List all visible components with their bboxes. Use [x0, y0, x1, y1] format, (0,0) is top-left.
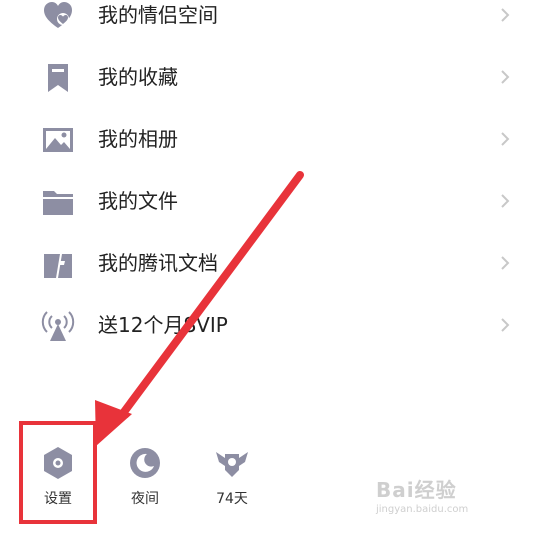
chevron-right-icon — [501, 8, 510, 22]
menu-item-couple-space[interactable]: 我的情侣空间 — [0, 0, 544, 46]
settings-highlight-box — [19, 421, 97, 524]
menu-item-label: 我的相册 — [98, 127, 178, 151]
broadcast-signal-icon — [41, 311, 75, 341]
chevron-right-icon — [501, 132, 510, 146]
winged-badge-icon — [216, 452, 248, 477]
menu-item-label: 我的收藏 — [98, 65, 178, 89]
menu-item-album[interactable]: 我的相册 — [0, 108, 544, 170]
menu-item-label: 我的腾讯文档 — [98, 251, 218, 275]
chevron-right-icon — [501, 194, 510, 208]
folder-icon — [43, 191, 73, 215]
days-badge-button[interactable]: 74天 — [192, 444, 272, 524]
night-mode-label: 夜间 — [131, 491, 159, 507]
menu-item-label: 我的情侣空间 — [98, 3, 218, 27]
chevron-right-icon — [501, 318, 510, 332]
tencent-docs-icon — [44, 254, 72, 278]
menu-item-svip-gift[interactable]: 送12个月SVIP — [0, 294, 544, 356]
menu-item-label: 送12个月SVIP — [98, 313, 228, 337]
photo-album-icon — [43, 128, 73, 152]
menu-item-files[interactable]: 我的文件 — [0, 170, 544, 232]
days-label: 74天 — [216, 491, 248, 507]
couple-heart-icon — [44, 2, 72, 28]
night-mode-button[interactable]: 夜间 — [105, 444, 185, 524]
menu-item-tencent-docs[interactable]: 我的腾讯文档 — [0, 232, 544, 294]
menu-item-favorites[interactable]: 我的收藏 — [0, 46, 544, 108]
moon-icon — [130, 448, 160, 478]
menu-item-label: 我的文件 — [98, 189, 178, 213]
bookmark-icon — [48, 64, 68, 92]
chevron-right-icon — [501, 70, 510, 84]
settings-menu-screen: 我的情侣空间 我的收藏 我的相册 我的文件 我的腾讯文档 送12个月SVIP 设… — [0, 0, 544, 544]
chevron-right-icon — [501, 256, 510, 270]
